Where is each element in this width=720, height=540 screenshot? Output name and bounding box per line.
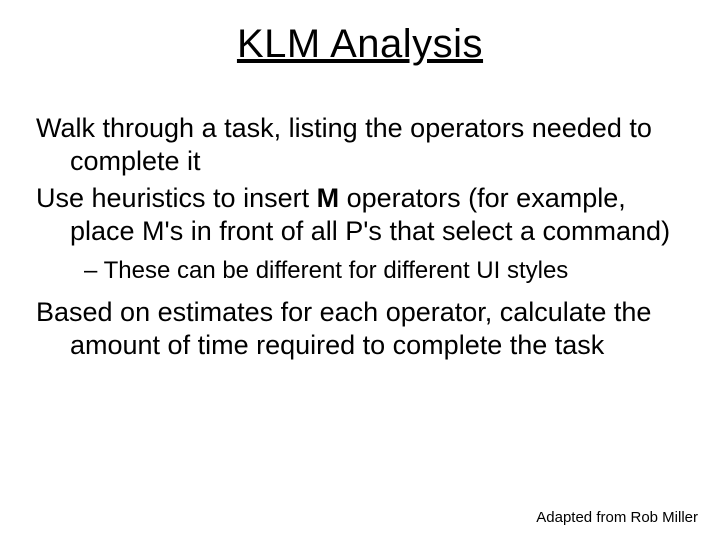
attribution: Adapted from Rob Miller bbox=[536, 509, 698, 526]
bullet-2-sub: – These can be different for different U… bbox=[84, 256, 684, 286]
bullet-3: Based on estimates for each operator, ca… bbox=[36, 296, 684, 362]
bullet-2-pre: Use heuristics to insert bbox=[36, 183, 317, 213]
bullet-2-bold: M bbox=[317, 183, 340, 213]
slide-title: KLM Analysis bbox=[0, 22, 720, 67]
bullet-1: Walk through a task, listing the operato… bbox=[36, 112, 684, 178]
bullet-2-sub-dash: – bbox=[84, 257, 104, 284]
slide: KLM Analysis Walk through a task, listin… bbox=[0, 0, 720, 540]
bullet-2: Use heuristics to insert M operators (fo… bbox=[36, 182, 684, 248]
slide-body: Walk through a task, listing the operato… bbox=[36, 112, 684, 366]
bullet-2-sub-text: These can be different for different UI … bbox=[104, 257, 569, 284]
